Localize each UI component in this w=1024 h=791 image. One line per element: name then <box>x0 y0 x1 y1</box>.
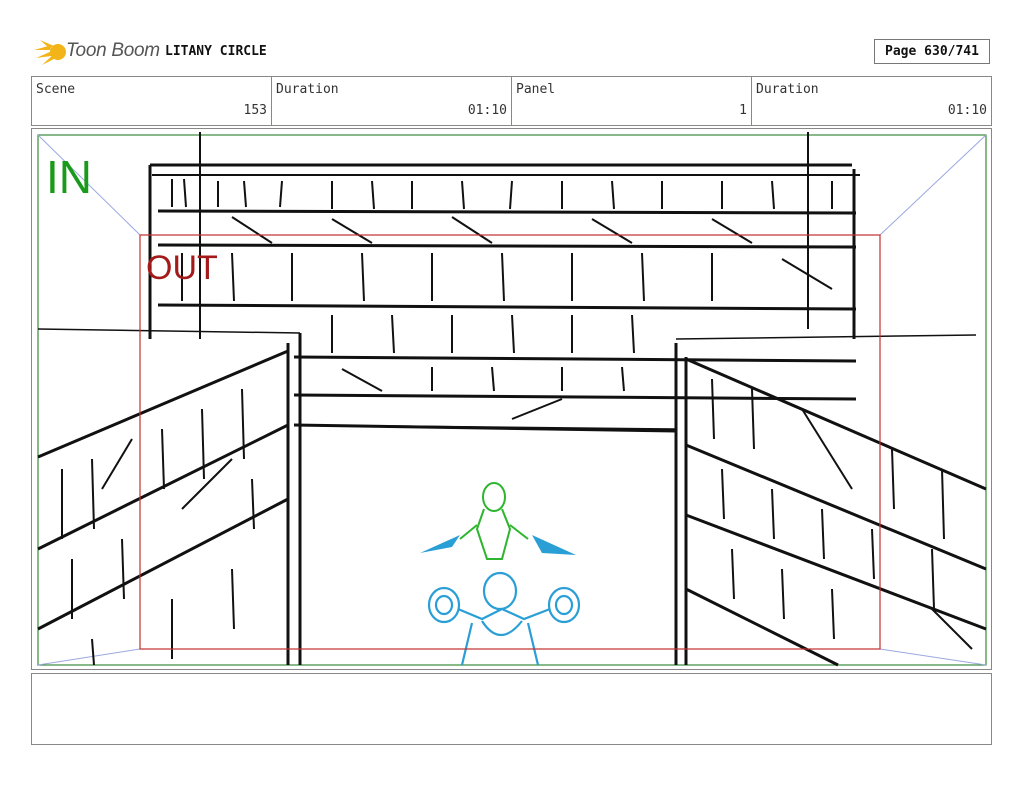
scene-label: Scene <box>36 82 76 97</box>
panel-duration-value: 01:10 <box>947 103 987 118</box>
panel-duration-cell: Duration 01:10 <box>752 77 991 125</box>
panel-duration-label: Duration <box>756 82 819 97</box>
back-bookshelf <box>148 132 860 433</box>
out-label: OUT <box>146 249 218 287</box>
brand-name: Toon Boom <box>66 40 160 61</box>
in-label: IN <box>46 151 92 203</box>
left-bookshelf <box>37 328 302 666</box>
duration-label: Duration <box>276 82 339 97</box>
scene-cell: Scene 153 <box>32 77 272 125</box>
panel-cell: Panel 1 <box>512 77 752 125</box>
page-number: Page 630/741 <box>874 39 990 64</box>
panel-label: Panel <box>516 82 556 97</box>
front-figure <box>427 571 581 666</box>
panel-drawing: IN OUT <box>37 132 987 667</box>
back-figure <box>459 482 529 560</box>
right-bookshelf <box>674 334 987 667</box>
back-figure-props <box>420 535 576 555</box>
storyboard-panel: IN OUT <box>31 128 992 670</box>
panel-notes[interactable] <box>31 673 992 745</box>
info-table: Scene 153 Duration 01:10 Panel 1 Duratio… <box>31 76 992 126</box>
scene-value: 153 <box>243 103 267 118</box>
panel-value: 1 <box>739 103 747 118</box>
project-title: LITANY CIRCLE <box>165 44 267 59</box>
duration-value: 01:10 <box>467 103 507 118</box>
duration-cell: Duration 01:10 <box>272 77 512 125</box>
